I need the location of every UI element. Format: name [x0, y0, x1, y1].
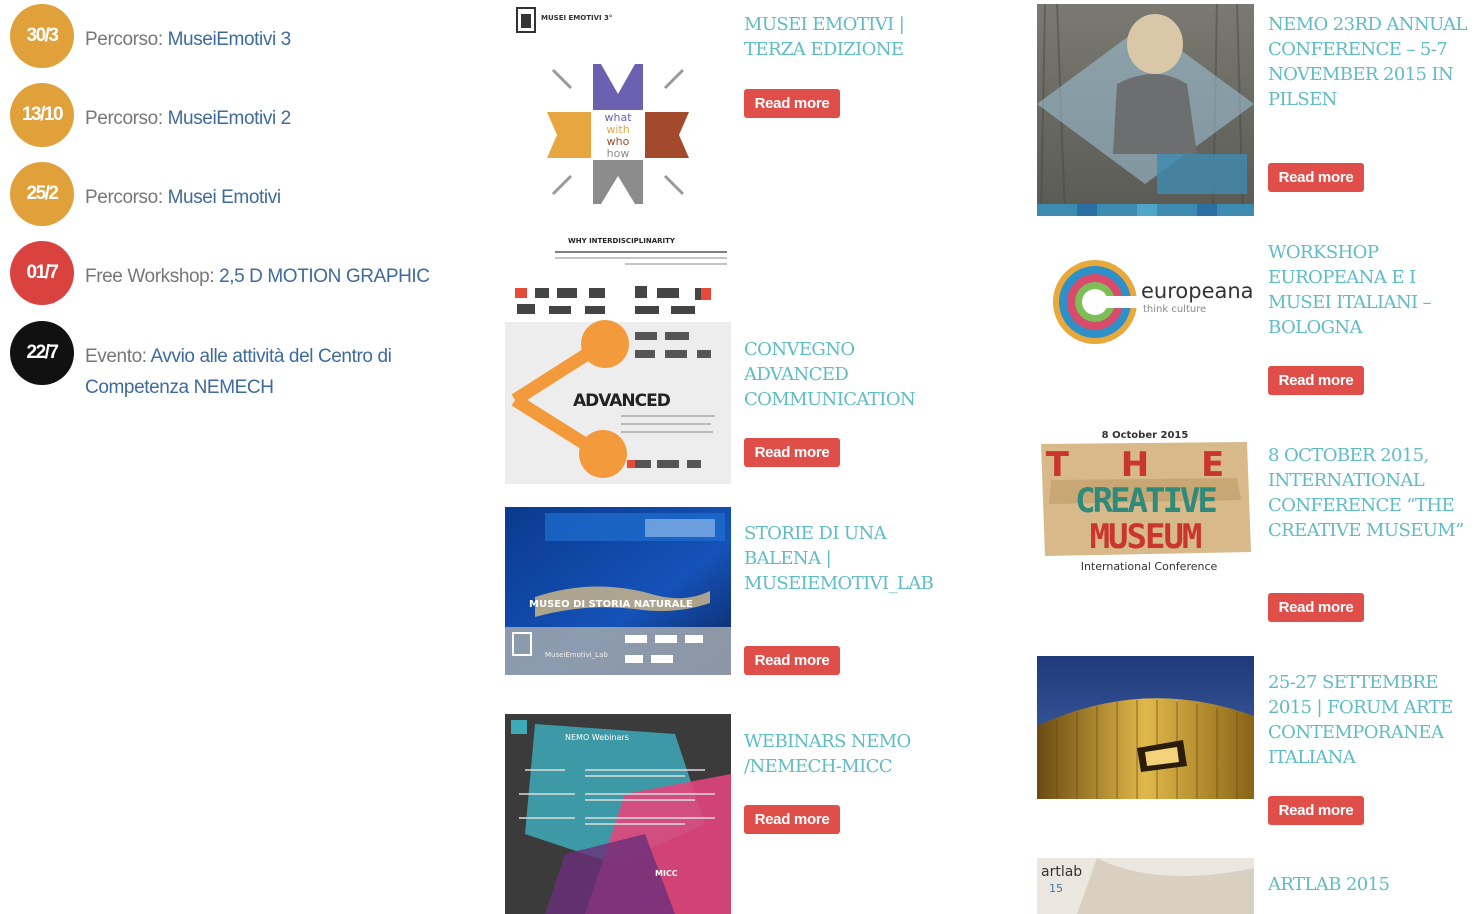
- event-link[interactable]: Musei Emotivi: [168, 187, 281, 208]
- event-type: Percorso:: [85, 187, 168, 208]
- europeana-logo-text: europeana: [1141, 279, 1254, 303]
- thumb-caption: International Conference: [1081, 560, 1218, 573]
- news-thumbnail-nemo-conference[interactable]: [1037, 4, 1254, 216]
- thumb-caption: NEMO Webinars: [565, 733, 629, 742]
- news-title[interactable]: ARTLAB 2015: [1268, 872, 1473, 897]
- event-date-badge: 25/2: [10, 162, 74, 226]
- news-thumbnail-musei-emotivi-3[interactable]: MUSEI EMOTIVI 3° what with who how: [505, 4, 731, 216]
- event-link[interactable]: MuseiEmotivi 2: [168, 108, 292, 129]
- thumb-caption: CREATIVE: [1075, 481, 1216, 521]
- thumb-caption: MUSEO DI STORIA NATURALE: [529, 599, 693, 610]
- event-date-badge: 30/3: [10, 4, 74, 68]
- artlab-logo-year: 15: [1049, 882, 1063, 895]
- thumb-caption: MICC: [655, 869, 678, 878]
- news-thumbnail-europeana[interactable]: europeana think culture: [1037, 246, 1254, 362]
- read-more-button[interactable]: Read more: [744, 805, 840, 834]
- event-type: Percorso:: [85, 108, 168, 129]
- thumb-caption: MUSEI EMOTIVI 3°: [541, 14, 612, 22]
- read-more-button[interactable]: Read more: [1268, 366, 1364, 395]
- read-more-button[interactable]: Read more: [744, 646, 840, 675]
- news-title[interactable]: 8 OCTOBER 2015, INTERNATIONAL CONFERENCE…: [1268, 443, 1473, 543]
- event-type: Percorso:: [85, 29, 168, 50]
- thumb-caption: MuseiEmotivi_Lab: [545, 651, 608, 659]
- event-date-badge: 22/7: [10, 321, 74, 385]
- news-title[interactable]: 25-27 SETTEMBRE 2015 | FORUM ARTE CONTEM…: [1268, 670, 1473, 770]
- event-item: 01/7 Free Workshop: 2,5 D MOTION GRAPHIC: [10, 241, 480, 305]
- thumb-caption: WHY INTERDISCIPLINARITY: [568, 237, 676, 245]
- news-thumbnail-webinars-nemo[interactable]: NEMO Webinars MICC: [505, 714, 731, 914]
- news-thumbnail-storie-di-una-balena[interactable]: MUSEO DI STORIA NATURALE MuseiEmotivi_La…: [505, 507, 731, 675]
- event-link[interactable]: MuseiEmotivi 3: [168, 29, 292, 50]
- read-more-button[interactable]: Read more: [1268, 593, 1364, 622]
- event-item: 30/3 Percorso: MuseiEmotivi 3: [10, 4, 480, 68]
- thumb-caption: MUSEUM: [1090, 517, 1202, 557]
- news-thumbnail-creative-museum[interactable]: 8 October 2015 T H E CREATIVE MUSEUM Int…: [1037, 424, 1254, 574]
- thumb-caption: how: [607, 147, 630, 160]
- news-thumbnail-forum-arte[interactable]: [1037, 656, 1254, 799]
- thumb-caption: T H E: [1046, 445, 1245, 485]
- news-thumbnail-artlab[interactable]: artlab 15: [1037, 858, 1254, 914]
- event-item: 25/2 Percorso: Musei Emotivi: [10, 162, 480, 226]
- read-more-button[interactable]: Read more: [744, 89, 840, 118]
- news-title[interactable]: WORKSHOP EUROPEANA E I MUSEI ITALIANI – …: [1268, 240, 1473, 340]
- news-title[interactable]: CONVEGNO ADVANCED COMMUNICATION: [744, 337, 944, 412]
- news-thumbnail-advanced-communication[interactable]: WHY INTERDISCIPLINARITY ADVANCED: [505, 232, 731, 484]
- read-more-button[interactable]: Read more: [1268, 796, 1364, 825]
- read-more-button[interactable]: Read more: [1268, 163, 1364, 192]
- event-type: Free Workshop:: [85, 266, 220, 287]
- read-more-button[interactable]: Read more: [744, 438, 840, 467]
- news-title[interactable]: NEMO 23RD ANNUAL CONFERENCE – 5-7 NOVEMB…: [1268, 12, 1473, 112]
- event-date-badge: 01/7: [10, 241, 74, 305]
- artlab-logo-text: artlab: [1041, 864, 1082, 880]
- event-type: Evento:: [85, 346, 151, 367]
- event-link[interactable]: 2,5 D MOTION GRAPHIC: [219, 266, 430, 287]
- thumb-caption: ADVANCED: [573, 391, 671, 411]
- news-title[interactable]: MUSEI EMOTIVI | TERZA EDIZIONE: [744, 12, 944, 62]
- event-item: 22/7 Evento: Avvio alle attività del Cen…: [10, 321, 480, 403]
- event-date-badge: 13/10: [10, 83, 74, 147]
- thumb-caption: 8 October 2015: [1102, 430, 1189, 441]
- news-title[interactable]: WEBINARS NEMO /NEMECH-MICC: [744, 729, 944, 779]
- europeana-tagline: think culture: [1143, 304, 1206, 315]
- news-title[interactable]: STORIE DI UNA BALENA | MUSEIEMOTIVI_LAB: [744, 521, 940, 596]
- event-item: 13/10 Percorso: MuseiEmotivi 2: [10, 83, 480, 147]
